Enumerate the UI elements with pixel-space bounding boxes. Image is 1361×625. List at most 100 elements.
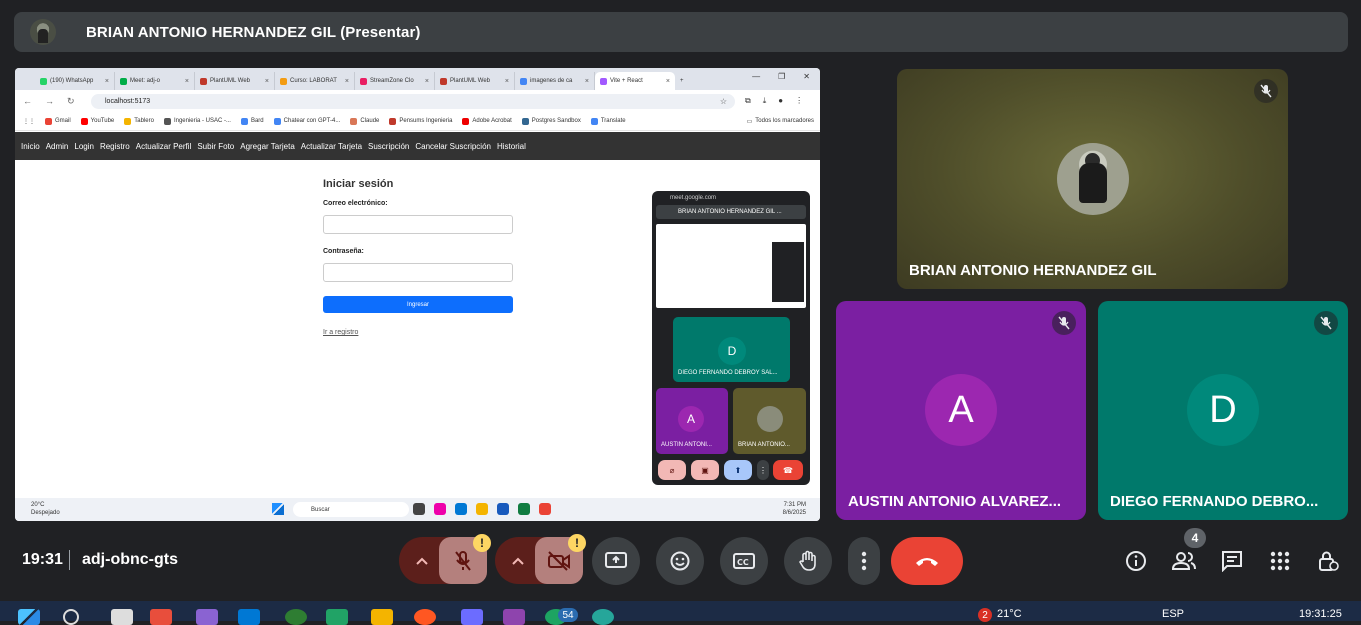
- mic-muted-icon: [1314, 311, 1338, 335]
- browser-tab: imagenes de ca ×: [515, 72, 595, 90]
- login-title: Iniciar sesión: [323, 178, 394, 190]
- pip-more-icon: ⋮: [757, 460, 769, 480]
- bookmark: Bard: [240, 117, 264, 125]
- forward-icon: →: [45, 96, 54, 106]
- brian-profile-photo: [1057, 143, 1129, 215]
- folder-icon[interactable]: [371, 609, 393, 625]
- presenter-banner: BRIAN ANTONIO HERNANDEZ GIL (Presentar): [14, 12, 1348, 52]
- nav-link: Subir Foto: [197, 141, 235, 151]
- brave-icon[interactable]: [150, 609, 172, 625]
- bookmark: Gmail: [45, 117, 71, 125]
- more-options-button[interactable]: [848, 537, 880, 585]
- app-icon[interactable]: [196, 609, 218, 625]
- new-tab-icon: +: [680, 78, 684, 84]
- captions-button[interactable]: CC: [720, 537, 768, 585]
- browser-tab: PlantUML Web ×: [195, 72, 275, 90]
- presenter-avatar: [30, 19, 56, 45]
- nav-link: Agregar Tarjeta: [240, 141, 295, 151]
- mic-off-icon: [455, 550, 471, 571]
- app-icon[interactable]: [461, 609, 483, 625]
- participant-name: AUSTIN ANTONIO ALVAREZ...: [848, 493, 1062, 510]
- lock-person-icon: [1319, 551, 1339, 571]
- info-icon: [1126, 551, 1146, 571]
- star-icon: ☆: [719, 96, 727, 106]
- people-count-badge: 4: [1184, 528, 1206, 548]
- pip-end-call-icon: ☎: [773, 460, 803, 480]
- email-field: [323, 215, 513, 234]
- pip-tile-diego: D DIEGO FERNANDO DEBROY SAL...: [673, 317, 790, 382]
- sheets-icon[interactable]: [326, 609, 348, 625]
- end-call-icon: [916, 558, 938, 566]
- window-controls: — ❐ ✕: [752, 72, 810, 81]
- os-clock: 19:31:25: [1299, 608, 1342, 620]
- register-link: Ir a registro: [323, 329, 359, 336]
- meeting-time: 19:31: [22, 551, 63, 568]
- all-bookmarks: ▭ Todos los marcadores: [746, 118, 814, 125]
- bookmark: Tablero: [124, 117, 154, 125]
- windows-start-icon[interactable]: [18, 609, 40, 625]
- app-icon[interactable]: [503, 609, 525, 625]
- email-label: Correo electrónico:: [323, 200, 388, 207]
- camera-off-icon: [548, 550, 570, 571]
- meeting-details-button[interactable]: [1123, 548, 1149, 574]
- browser-tab: (190) WhatsApp ×: [35, 72, 115, 90]
- participant-tile-austin[interactable]: A AUSTIN ANTONIO ALVAREZ...: [836, 301, 1086, 520]
- camera-options-chevron-icon[interactable]: [508, 551, 528, 571]
- password-field: [323, 263, 513, 282]
- browser-tab: Meet: adj-o ×: [115, 72, 195, 90]
- meet-pip-window: meet.google.com BRIAN ANTONIO HERNANDEZ …: [652, 191, 810, 485]
- participant-name: DIEGO FERNANDO DEBRO...: [1110, 493, 1319, 510]
- search-icon[interactable]: [63, 609, 79, 625]
- pip-brian-name: BRIAN ANTONIO...: [738, 442, 790, 448]
- participant-tile-diego[interactable]: D DIEGO FERNANDO DEBRO...: [1098, 301, 1348, 520]
- app-icon[interactable]: [285, 609, 307, 625]
- participant-tile-brian[interactable]: BRIAN ANTONIO HERNANDEZ GIL: [897, 69, 1288, 289]
- vscode-icon[interactable]: [238, 609, 260, 625]
- svg-text:CC: CC: [737, 558, 749, 567]
- host-controls-button[interactable]: [1315, 548, 1341, 574]
- camera-warning-badge: !: [568, 534, 586, 552]
- chat-button[interactable]: [1219, 548, 1245, 574]
- browser-tab-active: Vite + React ×: [595, 72, 675, 90]
- raise-hand-button[interactable]: [784, 537, 832, 585]
- nav-link: Cancelar Suscripción: [415, 141, 491, 151]
- app-icon[interactable]: [414, 609, 436, 625]
- pip-austin-name: AUSTIN ANTONI...: [661, 442, 712, 448]
- nav-link: Admin: [45, 141, 69, 151]
- shared-screen-taskbar: 20°C Despejado Buscar 7:31 PM 8/6/2025: [15, 498, 820, 521]
- chat-icon: [1222, 551, 1242, 572]
- task-view-icon[interactable]: [111, 609, 133, 625]
- pip-present-icon: ⬆: [724, 460, 752, 480]
- activities-button[interactable]: [1267, 548, 1293, 574]
- nav-link: Historial: [496, 141, 526, 151]
- browser-tab-bar: (190) WhatsApp × Meet: adj-o × PlantUML We…: [15, 68, 820, 90]
- bookmark: Pensums Ingenieria: [389, 117, 452, 125]
- bookmark: YouTube: [80, 117, 114, 125]
- presenter-name: BRIAN ANTONIO HERNANDEZ GIL (Presentar): [86, 23, 421, 41]
- shared-taskbar-apps: [413, 503, 551, 515]
- browser-tab: Curso: LABORAT ×: [275, 72, 355, 90]
- divider: [69, 550, 70, 570]
- mic-muted-icon: [1052, 311, 1076, 335]
- present-screen-button[interactable]: [592, 537, 640, 585]
- leave-call-button[interactable]: [891, 537, 963, 585]
- login-form: Iniciar sesión Correo electrónico: Contr…: [323, 178, 513, 336]
- bookmarks-bar: ⋮⋮ Gmail YouTube Tablero Ingenieria - US…: [15, 112, 820, 131]
- reactions-button[interactable]: [656, 537, 704, 585]
- diego-avatar: D: [1187, 374, 1259, 446]
- captions-icon: CC: [733, 553, 755, 569]
- mic-muted-icon: [1254, 79, 1278, 103]
- bookmark: Ingenieria - USAC -...: [163, 117, 231, 125]
- bookmark: Chatear con GPT-4...: [273, 117, 340, 125]
- bookmark: Postgres Sandbox: [521, 117, 581, 125]
- browser-tab: PlantUML Web ×: [435, 72, 515, 90]
- password-label: Contraseña:: [323, 248, 364, 255]
- people-button[interactable]: [1171, 548, 1197, 574]
- people-icon: [1172, 552, 1196, 570]
- mic-options-chevron-icon[interactable]: [412, 551, 432, 571]
- apps-grid-icon: ⋮⋮: [23, 118, 35, 125]
- pip-tile-brian: BRIAN ANTONIO...: [733, 388, 806, 454]
- pip-diego-avatar: D: [718, 337, 746, 365]
- bookmark: Adobe Acrobat: [462, 117, 512, 125]
- app-icon[interactable]: [592, 609, 614, 625]
